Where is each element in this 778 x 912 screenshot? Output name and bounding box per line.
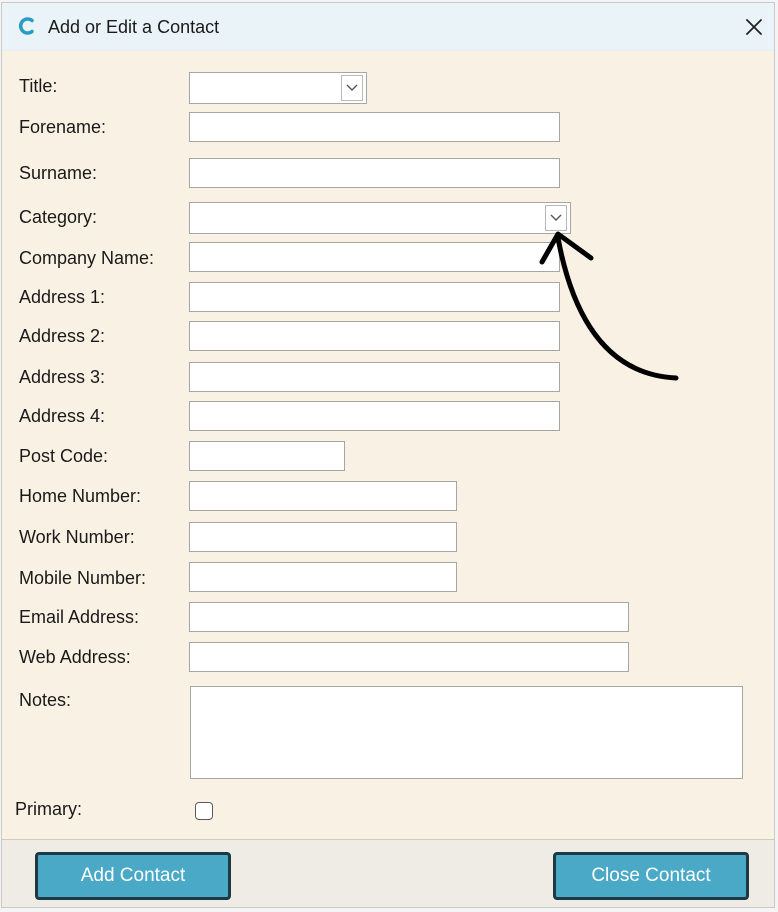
home-number-field[interactable] xyxy=(189,481,457,511)
add-contact-button[interactable]: Add Contact xyxy=(35,852,231,900)
chevron-down-icon xyxy=(346,84,358,91)
work-number-field[interactable] xyxy=(189,522,457,552)
surname-label: Surname: xyxy=(19,163,98,183)
home-number-label: Home Number: xyxy=(19,486,142,506)
address-3-label: Address 3: xyxy=(19,367,106,387)
primary-label: Primary: xyxy=(15,799,82,819)
title-bar: Add or Edit a Contact xyxy=(2,3,774,51)
email-address-field[interactable] xyxy=(189,602,629,632)
window-title: Add or Edit a Contact xyxy=(48,17,220,37)
contact-dialog: Add or Edit a Contact Title: Forename: S… xyxy=(1,2,775,908)
title-dropdown[interactable] xyxy=(189,72,367,104)
work-number-label: Work Number: xyxy=(19,527,135,547)
title-label: Title: xyxy=(19,76,58,96)
web-address-field[interactable] xyxy=(189,642,629,672)
post-code-label: Post Code: xyxy=(19,446,109,466)
email-address-label: Email Address: xyxy=(19,607,140,627)
address-2-label: Address 2: xyxy=(19,326,106,346)
company-name-label: Company Name: xyxy=(19,248,155,268)
title-dropdown-button[interactable] xyxy=(341,75,363,101)
web-address-label: Web Address: xyxy=(19,647,131,667)
address-4-label: Address 4: xyxy=(19,406,106,426)
dialog-footer: Add Contact Close Contact xyxy=(2,839,774,907)
post-code-field[interactable] xyxy=(189,441,345,471)
forename-field[interactable] xyxy=(189,112,560,142)
address-1-label: Address 1: xyxy=(19,287,106,307)
notes-label: Notes: xyxy=(19,690,72,710)
address-3-field[interactable] xyxy=(189,362,560,392)
notes-textarea[interactable] xyxy=(190,686,743,779)
c-logo-icon xyxy=(18,17,34,35)
chevron-down-icon xyxy=(550,214,562,221)
surname-field[interactable] xyxy=(189,158,560,188)
address-4-field[interactable] xyxy=(189,401,560,431)
mobile-number-field[interactable] xyxy=(189,562,457,592)
primary-checkbox[interactable] xyxy=(195,802,213,820)
category-label: Category: xyxy=(19,207,98,227)
company-name-field[interactable] xyxy=(189,242,560,272)
address-1-field[interactable] xyxy=(189,282,560,312)
category-dropdown[interactable] xyxy=(189,202,571,234)
category-dropdown-button[interactable] xyxy=(545,205,567,231)
close-contact-button[interactable]: Close Contact xyxy=(553,852,749,900)
mobile-number-label: Mobile Number: xyxy=(19,568,147,588)
forename-label: Forename: xyxy=(19,117,107,137)
close-icon[interactable] xyxy=(742,15,766,39)
address-2-field[interactable] xyxy=(189,321,560,351)
